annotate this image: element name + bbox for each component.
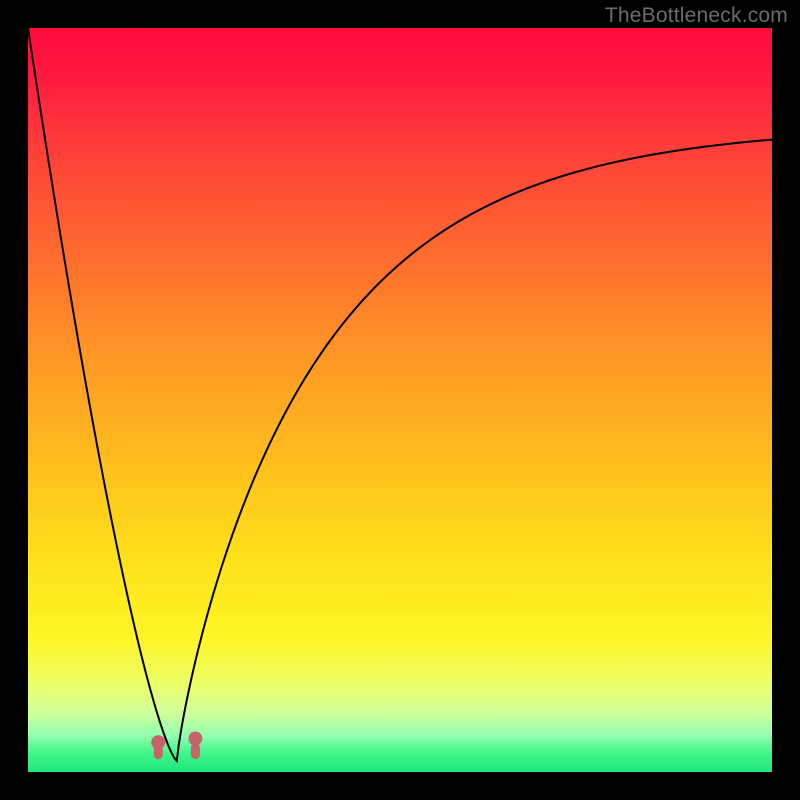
- watermark-text: TheBottleneck.com: [605, 4, 788, 28]
